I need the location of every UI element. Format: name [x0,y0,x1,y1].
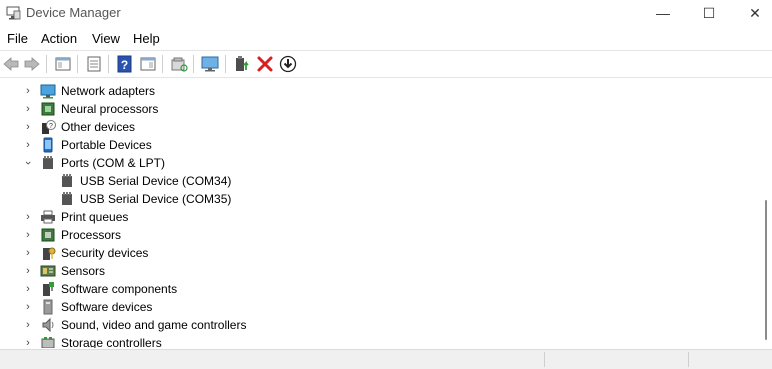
tree-item-label: Sound, video and game controllers [61,318,247,332]
tree-item-label: Software components [61,282,178,296]
printer-icon [41,210,55,224]
tree-item-other-devices[interactable]: › ? Other devices [0,118,700,136]
maximize-button[interactable]: ☐ [686,0,732,27]
tree-item-label: Processors [61,228,122,242]
forward-arrow-icon[interactable] [22,54,42,74]
tree-item-software-devices[interactable]: › Software devices [0,298,700,316]
tree-item-neural-processors[interactable]: › Neural processors [0,100,700,118]
status-separator [544,352,545,367]
chevron-right-icon[interactable]: › [22,301,34,313]
close-button[interactable]: ✕ [732,0,772,27]
toolbar-separator [108,55,109,73]
svg-text:?: ? [121,58,128,72]
minimize-button[interactable]: — [640,0,686,27]
tree-item-label: Ports (COM & LPT) [61,156,166,170]
tree-item-label: Storage controllers [61,336,162,348]
software-device-icon [43,299,53,315]
toolbar-separator [162,55,163,73]
chip-icon [41,102,55,116]
storage-controller-icon [41,337,55,348]
tree-item-software-components[interactable]: › Software components [0,280,700,298]
tree-item-label: Software devices [61,300,153,314]
tree-item-usb-serial-com34[interactable]: USB Serial Device (COM34) [0,172,700,190]
tree-item-security-devices[interactable]: › Security devices [0,244,700,262]
window-title: Device Manager [26,5,121,20]
chevron-right-icon[interactable]: › [22,103,34,115]
sensor-icon [40,265,56,277]
port-icon [43,156,53,169]
chevron-right-icon[interactable]: › [22,229,34,241]
chevron-down-icon[interactable]: › [22,157,34,169]
menu-view[interactable]: View [92,31,120,46]
toolbar: ? [0,50,772,78]
chevron-right-icon[interactable]: › [22,139,34,151]
action-pane-icon[interactable] [138,54,158,74]
download-driver-icon[interactable] [278,54,298,74]
speaker-icon [42,317,54,333]
chevron-right-icon[interactable]: › [22,85,34,97]
network-adapter-icon [40,84,56,99]
tree-item-portable-devices[interactable]: › Portable Devices [0,136,700,154]
tree-item-sound-video-game[interactable]: › Sound, video and game controllers [0,316,700,334]
back-arrow-icon[interactable] [1,54,21,74]
title-bar: Device Manager — ☐ ✕ [0,0,772,27]
chevron-right-icon[interactable]: › [22,319,34,331]
chevron-right-icon[interactable]: › [22,283,34,295]
tree-item-label: Portable Devices [61,138,152,152]
tree-item-print-queues[interactable]: › Print queues [0,208,700,226]
properties-icon[interactable] [84,54,104,74]
tree-item-label: Security devices [61,246,149,260]
tree-item-usb-serial-com35[interactable]: USB Serial Device (COM35) [0,190,700,208]
chevron-right-icon[interactable]: › [22,247,34,259]
unknown-device-icon: ? [42,120,56,134]
tree-item-label: USB Serial Device (COM34) [80,174,232,188]
tree-item-label: Print queues [61,210,129,224]
software-component-icon [43,282,54,296]
security-key-icon [43,247,56,260]
portable-device-icon [43,137,53,153]
scan-hardware-icon[interactable] [169,54,189,74]
svg-text:?: ? [49,123,53,130]
port-icon [62,174,72,187]
tree-item-storage-controllers[interactable]: › Storage controllers [0,334,700,348]
uninstall-device-icon[interactable] [255,54,275,74]
toolbar-separator [225,55,226,73]
tree-item-ports[interactable]: › Ports (COM & LPT) [0,154,700,172]
update-driver-icon[interactable] [232,54,252,74]
toolbar-separator [193,55,194,73]
menu-help[interactable]: Help [133,31,160,46]
tree-item-label: Neural processors [61,102,159,116]
help-icon[interactable]: ? [115,54,135,74]
vertical-scrollbar-thumb[interactable] [765,200,767,340]
tree-item-label: USB Serial Device (COM35) [80,192,232,206]
tree-item-processors[interactable]: › Processors [0,226,700,244]
tree-item-label: Other devices [61,120,136,134]
menu-file[interactable]: File [7,31,28,46]
port-icon [62,192,72,205]
device-tree: › Network adapters › Neural processors ›… [0,80,760,348]
tree-item-sensors[interactable]: › Sensors [0,262,700,280]
device-manager-app-icon [6,6,21,20]
chevron-right-icon[interactable]: › [22,121,34,133]
monitor-icon[interactable] [200,54,220,74]
menu-bar: File Action View Help [0,29,772,49]
toolbar-separator [77,55,78,73]
status-separator [688,352,689,367]
show-hide-console-tree-icon[interactable] [53,54,73,74]
toolbar-separator [46,55,47,73]
chevron-right-icon[interactable]: › [22,265,34,277]
processor-icon [41,228,55,242]
tree-item-network-adapters[interactable]: › Network adapters [0,82,700,100]
chevron-right-icon[interactable]: › [22,211,34,223]
menu-action[interactable]: Action [41,31,77,46]
tree-item-label: Sensors [61,264,106,278]
chevron-right-icon[interactable]: › [22,337,34,348]
tree-item-label: Network adapters [61,84,156,98]
status-bar [0,349,772,369]
